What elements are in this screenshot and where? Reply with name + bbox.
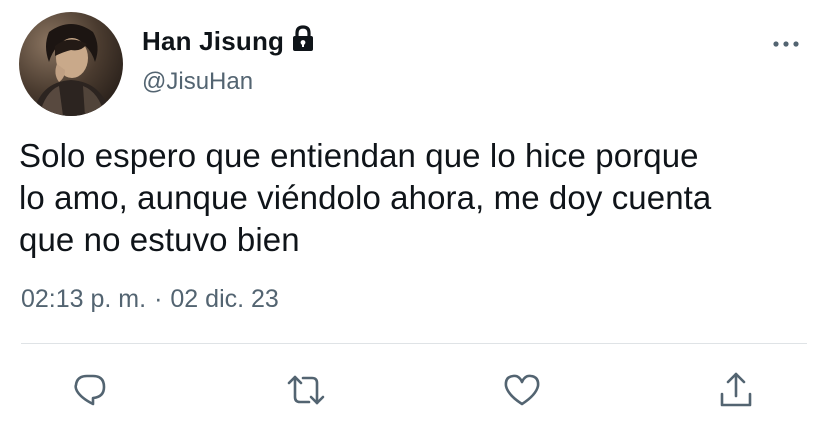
reply-icon [71, 371, 109, 409]
avatar[interactable] [19, 12, 123, 116]
reply-button[interactable] [70, 370, 110, 410]
like-button[interactable] [502, 370, 542, 410]
retweet-button[interactable] [286, 370, 326, 410]
tweet-timestamp[interactable]: 02:13 p. m. · 02 dic. 23 [21, 285, 279, 314]
like-icon [502, 371, 542, 409]
lock-icon [290, 24, 316, 54]
retweet-icon [285, 371, 327, 409]
display-name[interactable]: Han Jisung [142, 26, 284, 57]
share-icon [717, 370, 755, 410]
more-icon[interactable] [772, 37, 800, 51]
divider [21, 343, 807, 344]
name-row: Han Jisung [142, 22, 316, 60]
tweet-date: 02 dic. 23 [170, 285, 279, 313]
share-button[interactable] [716, 370, 756, 410]
avatar-photo [19, 12, 123, 116]
tweet-text: Solo espero que entiendan que lo hice po… [19, 137, 712, 258]
user-handle[interactable]: @JisuHan [142, 68, 253, 96]
timestamp-separator: · [154, 285, 163, 313]
tweet-time: 02:13 p. m. [21, 285, 147, 313]
